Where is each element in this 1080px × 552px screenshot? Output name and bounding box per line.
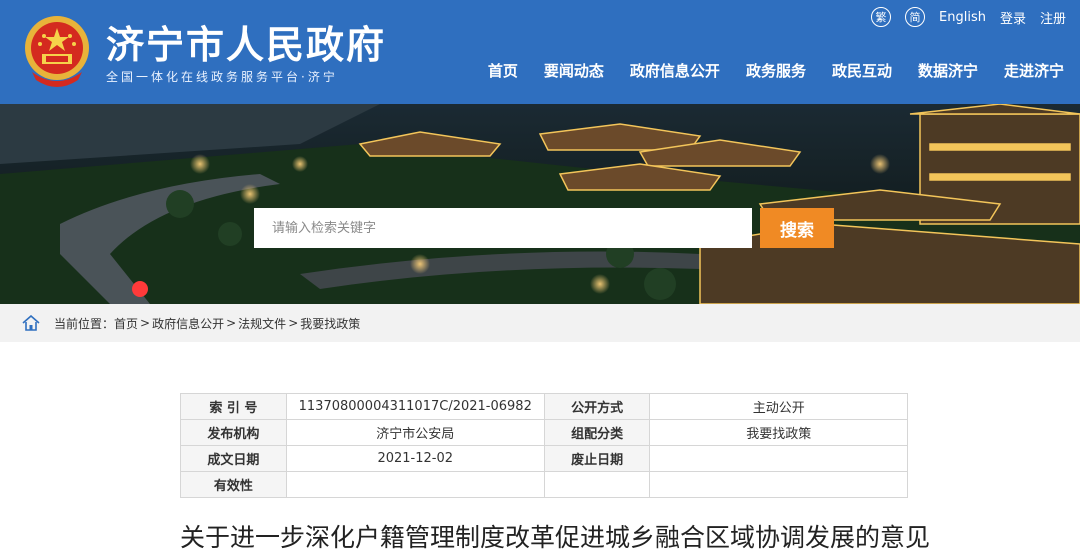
national-emblem-icon[interactable] bbox=[22, 14, 92, 88]
meta-value-date: 2021-12-02 bbox=[285, 445, 545, 472]
nav-item-services[interactable]: 政务服务 bbox=[746, 60, 806, 81]
breadcrumb-separator: > bbox=[140, 316, 151, 330]
breadcrumb-info-disclosure[interactable]: 政府信息公开 bbox=[152, 315, 224, 332]
nav-item-data[interactable]: 数据济宁 bbox=[918, 60, 978, 81]
login-link[interactable]: 登录 bbox=[1000, 8, 1026, 27]
breadcrumb-separator: > bbox=[226, 316, 237, 330]
breadcrumb-prefix: 当前位置： bbox=[54, 316, 115, 331]
nav-item-info-disclosure[interactable]: 政府信息公开 bbox=[630, 60, 720, 81]
table-row: 成文日期 2021-12-02 废止日期 bbox=[180, 445, 908, 472]
breadcrumb-home[interactable]: 首页 bbox=[114, 315, 138, 332]
english-link[interactable]: English bbox=[939, 10, 986, 25]
meta-value-expiry bbox=[649, 445, 908, 472]
main-nav: 首页 要闻动态 政府信息公开 政务服务 政民互动 数据济宁 走进济宁 bbox=[488, 60, 1064, 81]
site-header: 济宁市人民政府 全国一体化在线政务服务平台·济宁 繁 简 English 登录 … bbox=[0, 0, 1080, 104]
meta-empty-cell bbox=[649, 471, 908, 498]
banner: 搜索 bbox=[0, 104, 1080, 304]
breadcrumb-regulations[interactable]: 法规文件 bbox=[238, 315, 286, 332]
home-icon[interactable] bbox=[22, 315, 40, 331]
night-campus-banner-image bbox=[0, 104, 1080, 304]
nav-item-news[interactable]: 要闻动态 bbox=[544, 60, 604, 81]
breadcrumb-separator: > bbox=[288, 316, 299, 330]
meta-label-disclosure: 公开方式 bbox=[543, 393, 651, 420]
traditional-chinese-button[interactable]: 繁 bbox=[871, 7, 892, 27]
site-subtitle: 全国一体化在线政务服务平台·济宁 bbox=[106, 70, 338, 84]
meta-value-disclosure: 主动公开 bbox=[649, 393, 908, 420]
meta-label-category: 组配分类 bbox=[543, 419, 651, 446]
table-row: 有效性 bbox=[180, 471, 908, 498]
search-button[interactable]: 搜索 bbox=[760, 208, 834, 248]
document-meta-table: 索 引 号 11370800004311017C/2021-06982 公开方式… bbox=[180, 393, 908, 498]
nav-item-about-city[interactable]: 走进济宁 bbox=[1004, 60, 1064, 81]
meta-label-date: 成文日期 bbox=[180, 445, 287, 472]
document-title: 关于进一步深化户籍管理制度改革促进城乡融合区域协调发展的意见 bbox=[180, 523, 931, 552]
meta-label-index: 索 引 号 bbox=[180, 393, 287, 420]
nav-item-home[interactable]: 首页 bbox=[488, 60, 518, 81]
meta-label-validity: 有效性 bbox=[180, 471, 287, 498]
nav-item-interaction[interactable]: 政民互动 bbox=[832, 60, 892, 81]
meta-value-validity bbox=[285, 471, 545, 498]
table-row: 索 引 号 11370800004311017C/2021-06982 公开方式… bbox=[180, 393, 908, 420]
breadcrumb: 当前位置： 首页 > 政府信息公开 > 法规文件 > 我要找政策 bbox=[0, 304, 1080, 342]
meta-value-category: 我要找政策 bbox=[649, 419, 908, 446]
meta-label-publisher: 发布机构 bbox=[180, 419, 287, 446]
utility-bar: 繁 简 English 登录 注册 bbox=[871, 6, 1066, 28]
search-input[interactable] bbox=[254, 208, 752, 248]
register-link[interactable]: 注册 bbox=[1040, 8, 1066, 27]
breadcrumb-current[interactable]: 我要找政策 bbox=[300, 315, 360, 332]
table-row: 发布机构 济宁市公安局 组配分类 我要找政策 bbox=[180, 419, 908, 446]
meta-label-expiry: 废止日期 bbox=[543, 445, 651, 472]
meta-value-publisher: 济宁市公安局 bbox=[285, 419, 545, 446]
simplified-chinese-button[interactable]: 简 bbox=[905, 7, 926, 27]
meta-value-index: 11370800004311017C/2021-06982 bbox=[285, 393, 545, 420]
meta-empty-cell bbox=[543, 471, 651, 498]
site-title: 济宁市人民政府 bbox=[106, 23, 387, 67]
